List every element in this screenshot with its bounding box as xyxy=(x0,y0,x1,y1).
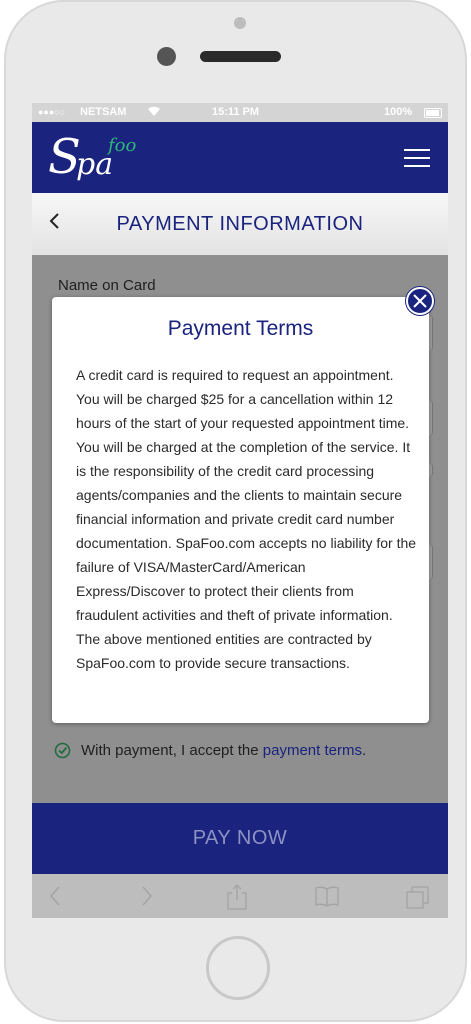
payment-terms-modal: Payment Terms A credit card is required … xyxy=(52,297,429,723)
page-title: PAYMENT INFORMATION xyxy=(116,213,364,235)
battery-percent: 100% xyxy=(384,106,413,118)
spafoo-logo[interactable]: S pa foo xyxy=(48,130,158,185)
close-icon[interactable] xyxy=(406,287,434,315)
bookmarks-icon[interactable] xyxy=(314,884,339,908)
check-circle-icon[interactable] xyxy=(54,742,71,759)
forward-arrow-icon[interactable] xyxy=(134,884,158,908)
accept-terms-period: . xyxy=(361,742,367,759)
status-bar: ●●●○○ NETSAM 15:11 PM 100% xyxy=(32,103,448,122)
carrier-name: NETSAM xyxy=(80,106,127,118)
front-sensor xyxy=(234,17,246,29)
modal-title: Payment Terms xyxy=(167,317,314,340)
accept-terms-row: With payment, I accept the payment terms… xyxy=(54,739,434,763)
accept-terms-text: With payment, I accept the payment terms… xyxy=(81,742,366,759)
hamburger-menu-icon[interactable] xyxy=(404,149,432,169)
pay-now-button[interactable]: PAY NOW xyxy=(32,803,448,874)
tabs-icon[interactable] xyxy=(405,884,429,909)
signal-strength: ●●●○○ xyxy=(38,107,66,117)
accept-terms-prefix: With payment, I accept the xyxy=(81,742,263,759)
home-button[interactable] xyxy=(206,936,270,1000)
payment-terms-link[interactable]: payment terms xyxy=(263,742,362,759)
share-icon[interactable] xyxy=(225,884,249,910)
back-arrow-icon[interactable] xyxy=(44,884,68,908)
page-title-bar: PAYMENT INFORMATION xyxy=(32,193,448,255)
browser-toolbar xyxy=(32,874,448,918)
earpiece-speaker xyxy=(200,51,281,62)
logo-letters-foo: foo xyxy=(108,135,137,156)
modal-body-text: A credit card is required to request an … xyxy=(76,367,417,671)
front-camera xyxy=(157,47,176,66)
screen: ●●●○○ NETSAM 15:11 PM 100% S pa foo PAYM xyxy=(32,103,448,918)
phone-frame: ●●●○○ NETSAM 15:11 PM 100% S pa foo PAYM xyxy=(4,0,467,1022)
wifi-icon xyxy=(147,105,161,120)
status-time: 15:11 PM xyxy=(212,106,260,118)
battery-icon xyxy=(424,108,442,118)
app-header: S pa foo xyxy=(32,122,448,193)
name-on-card-label: Name on Card xyxy=(58,277,156,294)
